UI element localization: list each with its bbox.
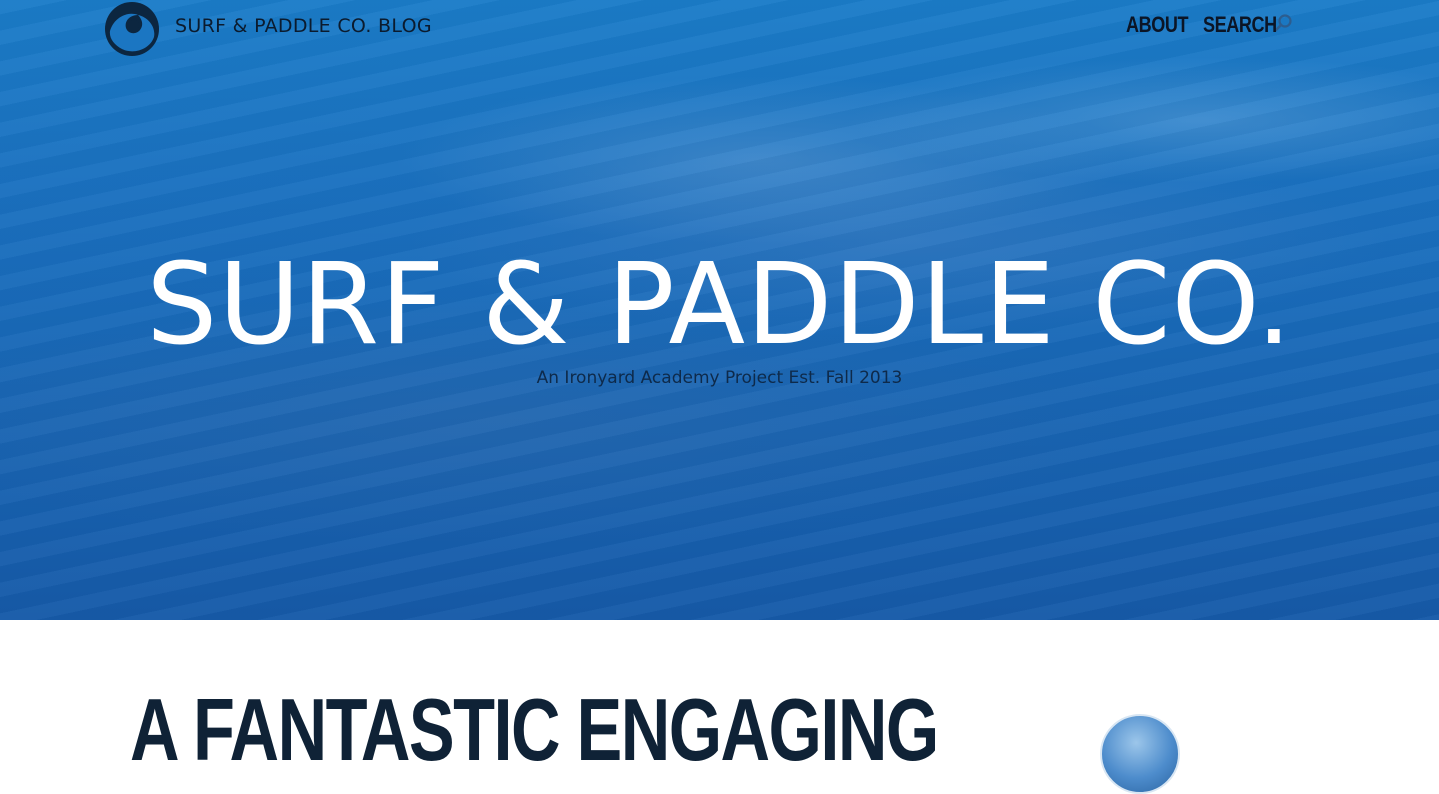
hero-title: SURF & PADDLE CO. (146, 240, 1293, 370)
hero-subtitle: An Ironyard Academy Project Est. Fall 20… (536, 368, 903, 388)
nav-search-label: SEARCH (1203, 12, 1277, 37)
hero-banner: SURF & PADDLE CO. BLOG ABOUT SEARCH SURF… (0, 0, 1439, 620)
wave-logo-icon[interactable] (104, 1, 160, 57)
site-title[interactable]: SURF & PADDLE CO. BLOG (175, 15, 432, 37)
nav-search-button[interactable]: SEARCH (1203, 12, 1293, 38)
main-nav: ABOUT SEARCH (1126, 12, 1293, 38)
avatar (1100, 714, 1180, 794)
post-heading[interactable]: A FANTASTIC ENGAGING (130, 680, 939, 780)
nav-about-link[interactable]: ABOUT (1126, 12, 1188, 38)
